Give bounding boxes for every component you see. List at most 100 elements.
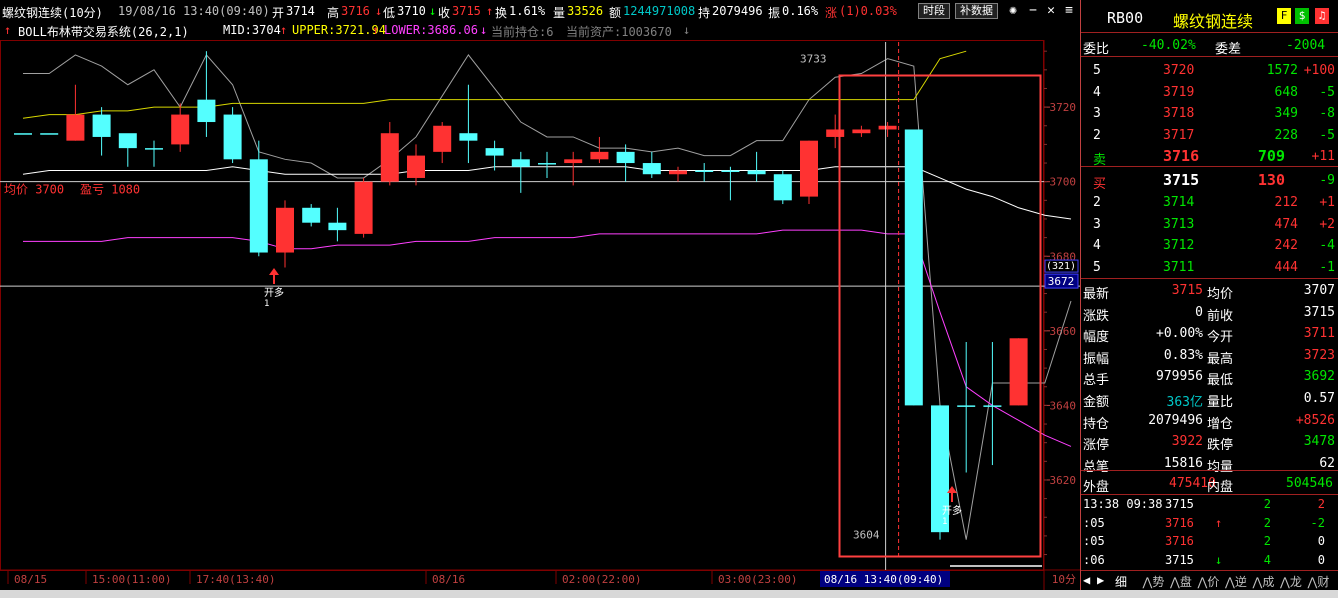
candle-body[interactable]	[983, 405, 1002, 407]
candle-body[interactable]	[485, 148, 504, 156]
crosshair-count: (321)	[1046, 261, 1076, 272]
arrow-down-icon: ↓	[480, 23, 488, 37]
candle-body[interactable]	[773, 174, 792, 201]
bid-row-4[interactable]: 4 3712 242 -4	[1081, 234, 1338, 256]
candle-body[interactable]	[66, 114, 85, 141]
tab-2[interactable]: ⋀盘	[1170, 573, 1192, 590]
level: 5	[1093, 260, 1101, 276]
stat-row: 最新 3715 均价 3707	[1081, 279, 1338, 302]
tick-time: :06	[1083, 552, 1105, 567]
tab-1[interactable]: ⋀势	[1143, 573, 1165, 590]
candle-body[interactable]	[197, 99, 216, 123]
high-value: 3716	[341, 4, 370, 18]
stat-value: 62	[1319, 455, 1335, 471]
tab-4[interactable]: ⋀逆	[1225, 573, 1247, 590]
ask-change: -5	[1319, 84, 1335, 100]
candle-body[interactable]	[904, 129, 923, 406]
candle-body[interactable]	[433, 125, 452, 152]
candle-body[interactable]	[14, 133, 32, 135]
tick-row[interactable]: 13:38 09:38 3715 2 2	[1081, 495, 1338, 513]
bid-change: -1	[1319, 260, 1335, 276]
candle-body[interactable]	[642, 163, 661, 175]
time-label: 02:00(22:00)	[562, 573, 641, 586]
stat-label: 量比	[1207, 395, 1234, 410]
settings-icon[interactable]: ✺	[1005, 3, 1021, 19]
bid-row-5[interactable]: 5 3711 444 -1	[1081, 256, 1338, 278]
candle-body[interactable]	[145, 148, 163, 150]
ask-row-5[interactable]: 5 3720 1572 +100	[1081, 59, 1338, 81]
tick-row[interactable]: :06 3715 ↓ 4 0	[1081, 551, 1338, 569]
lower-value: LOWER:3686.06	[384, 23, 478, 37]
candle-body[interactable]	[92, 114, 111, 137]
stat-value: 3723	[1303, 347, 1335, 363]
candle-body[interactable]	[1009, 338, 1028, 406]
candle-body[interactable]	[276, 207, 294, 253]
ask-row-3[interactable]: 3 3718 349 -8	[1081, 102, 1338, 124]
bid-row-3[interactable]: 3 3713 474 +2	[1081, 213, 1338, 235]
candle-body[interactable]	[878, 125, 897, 130]
tab-5[interactable]: ⋀成	[1253, 573, 1275, 590]
ask-row-卖[interactable]: 卖 3716 709 +11	[1081, 145, 1338, 168]
tick-delta: 2	[1317, 497, 1325, 511]
close-icon[interactable]: ✕	[1043, 3, 1059, 19]
candle-body[interactable]	[171, 114, 190, 145]
candle-body[interactable]	[590, 151, 609, 160]
candle-body[interactable]	[380, 133, 399, 182]
low-marker-label: 3604	[853, 529, 880, 542]
candle-body[interactable]	[223, 114, 242, 160]
candle-body[interactable]	[249, 159, 268, 253]
period-button[interactable]: 时段	[918, 3, 950, 19]
panel-title-row: RB00 螺纹钢连续 F $ ♫	[1081, 4, 1338, 31]
scroll-icon[interactable]: ≡	[1061, 3, 1077, 19]
candle-body[interactable]	[800, 140, 818, 197]
buy-marker-2-num: 1	[942, 517, 947, 527]
time-label: 08/16	[432, 573, 465, 586]
bid-row-买[interactable]: 买 3715 130 -9	[1081, 169, 1338, 192]
tab-7[interactable]: ⋀财	[1308, 573, 1330, 590]
minus-icon[interactable]: −	[1025, 3, 1041, 19]
candle-body[interactable]	[957, 405, 976, 407]
dollar-icon[interactable]: $	[1295, 8, 1309, 24]
candle-body[interactable]	[40, 133, 59, 135]
weibi-value: -40.02%	[1141, 38, 1196, 53]
candle-body[interactable]	[616, 151, 635, 164]
candle-body[interactable]	[511, 159, 530, 167]
candle-body[interactable]	[328, 222, 347, 231]
tick-row[interactable]: :05 3716 2 0	[1081, 532, 1338, 550]
candle-body[interactable]	[826, 129, 845, 137]
candle-body[interactable]	[747, 170, 766, 175]
candle-body[interactable]	[538, 163, 556, 165]
tick-row[interactable]: :05 3716 ↑ 2 -2	[1081, 514, 1338, 532]
tab-prev-icon[interactable]: ◀	[1083, 573, 1090, 587]
candle-body[interactable]	[721, 170, 740, 173]
supplement-data-button[interactable]: 补数据	[955, 3, 998, 19]
close-value: 3715	[452, 4, 481, 18]
bell-icon[interactable]: ♫	[1315, 8, 1329, 24]
candle-body[interactable]	[407, 155, 425, 178]
candle-body[interactable]	[564, 159, 583, 164]
bid-price: 3714	[1163, 194, 1195, 210]
candle-body[interactable]	[302, 207, 321, 223]
price-tick-label: 3640	[1050, 399, 1077, 412]
tab-0[interactable]: 细	[1115, 573, 1127, 590]
candle-body[interactable]	[118, 133, 137, 149]
ask-row-2[interactable]: 2 3717 228 -5	[1081, 124, 1338, 146]
kline-chart[interactable]: 3720 3700 3680 3660 3640 3620 (321) 3672 08/15 15…	[0, 0, 1080, 598]
tab-next-icon[interactable]: ▶	[1097, 573, 1104, 587]
tick-price: 3715	[1165, 552, 1194, 567]
candle-body[interactable]	[695, 170, 714, 173]
tab-3[interactable]: ⋀价	[1198, 573, 1220, 590]
tab-6[interactable]: ⋀龙	[1280, 573, 1302, 590]
candle-body[interactable]	[852, 129, 871, 134]
buy-marker-1-arrowhead	[269, 268, 279, 275]
candle-body[interactable]	[459, 133, 478, 141]
stat-label: 涨跌	[1083, 308, 1110, 324]
candle-body[interactable]	[669, 170, 687, 175]
bid-row-2[interactable]: 2 3714 212 +1	[1081, 191, 1338, 213]
bid-price: 3715	[1163, 171, 1200, 189]
futures-icon[interactable]: F	[1277, 8, 1291, 24]
time-label: 03:00(23:00)	[718, 573, 797, 586]
chart-canvas[interactable]: 372037003680366036403620(321)367208/15 15…	[0, 0, 1080, 590]
ask-row-4[interactable]: 4 3719 648 -5	[1081, 81, 1338, 103]
candle-body[interactable]	[354, 181, 373, 234]
